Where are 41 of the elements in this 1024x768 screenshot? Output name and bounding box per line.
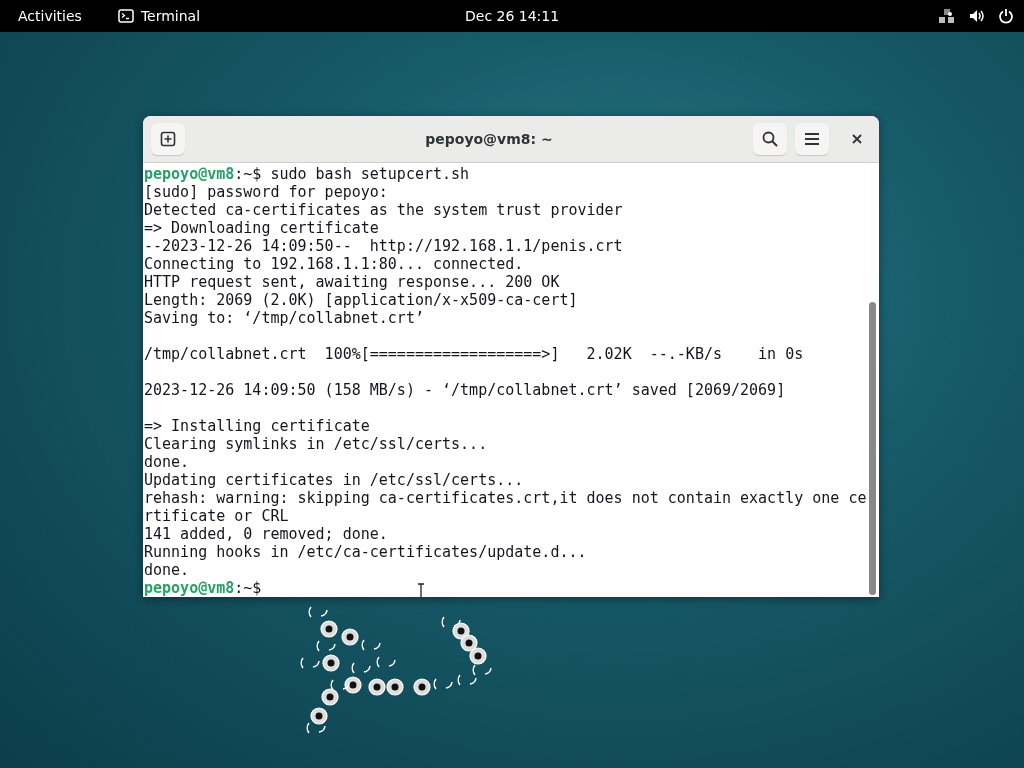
search-button[interactable] bbox=[753, 123, 787, 155]
prompt-host: pepoyo@vm8 bbox=[144, 165, 235, 183]
scrollbar-thumb[interactable] bbox=[869, 302, 877, 595]
prompt-path: :~$ bbox=[234, 165, 262, 183]
output-line: /tmp/collabnet.crt 100%[===================>] 2.02K --.-KB/s in 0s bbox=[144, 345, 804, 363]
output-line: Saving to: ‘/tmp/collabnet.crt’ bbox=[144, 309, 424, 327]
output-line: [sudo] password for pepoyo: bbox=[144, 183, 388, 201]
output-line: HTTP request sent, awaiting response... 200 OK bbox=[144, 273, 560, 291]
output-line: Running hooks in /etc/ca-certificates/update.d... bbox=[144, 543, 587, 561]
power-icon[interactable] bbox=[998, 8, 1014, 24]
output-line: Updating certificates in /etc/ssl/certs... bbox=[144, 471, 524, 489]
search-icon bbox=[762, 131, 778, 147]
output-line: rtificate or CRL bbox=[144, 507, 289, 525]
output-line: 141 added, 0 removed; done. bbox=[144, 525, 388, 543]
output-line: done. bbox=[144, 453, 190, 471]
clock[interactable]: Dec 26 14:11 bbox=[465, 8, 560, 24]
output-line: Clearing symlinks in /etc/ssl/certs... bbox=[144, 435, 488, 453]
output-line: Detected ca-certificates as the system trust provider bbox=[144, 201, 623, 219]
network-icon[interactable] bbox=[938, 8, 956, 24]
text-cursor-icon bbox=[417, 583, 425, 597]
output-line: rehash: warning: skipping ca-certificates.crt,it does not contain exactly one ce bbox=[144, 489, 867, 507]
output-line: 2023-12-26 14:09:50 (158 MB/s) - ‘/tmp/collabnet.crt’ saved [2069/2069] bbox=[144, 381, 786, 399]
new-tab-button[interactable] bbox=[151, 123, 185, 155]
menu-button[interactable] bbox=[795, 123, 829, 155]
prompt-path: :~$ bbox=[234, 579, 262, 597]
activities-button[interactable]: Activities bbox=[18, 8, 82, 24]
menu-icon bbox=[804, 132, 820, 146]
output-line: Connecting to 192.168.1.1:80... connected. bbox=[144, 255, 524, 273]
output-line: done. bbox=[144, 561, 190, 579]
prompt-host: pepoyo@vm8 bbox=[144, 579, 235, 597]
plus-icon bbox=[160, 131, 176, 147]
close-icon bbox=[852, 134, 862, 144]
command-text: sudo bash setupcert.sh bbox=[270, 165, 470, 183]
volume-icon[interactable] bbox=[968, 8, 986, 24]
output-line: => Installing certificate bbox=[144, 417, 370, 435]
app-menu[interactable]: Terminal bbox=[117, 8, 201, 24]
window-title: pepoyo@vm8: ~ bbox=[424, 131, 554, 147]
terminal-icon bbox=[117, 9, 134, 23]
output-line: --2023-12-26 14:09:50-- http://192.168.1.1/penis.crt bbox=[144, 237, 623, 255]
output-line: => Downloading certificate bbox=[144, 219, 379, 237]
output-line: Length: 2069 (2.0K) [application/x-x509-ca-cert] bbox=[144, 291, 578, 309]
